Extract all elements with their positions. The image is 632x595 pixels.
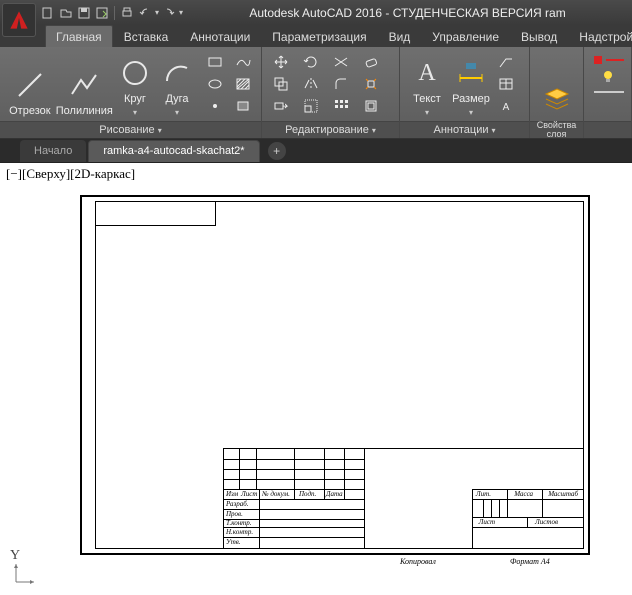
line-icon [13,68,47,102]
modify-tools [267,52,385,116]
app-menu-button[interactable] [2,3,36,37]
svg-text:A: A [503,102,510,113]
lightbulb-icon[interactable] [589,69,629,83]
panel-layers-title[interactable]: Свойства слоя [530,121,583,138]
footer-copy: Копировал [400,557,436,566]
ribbon-tab-strip: Главная Вставка Аннотации Параметризация… [0,25,632,47]
ucs-icon: Y [12,562,36,591]
drawing-canvas[interactable]: Изм Лист № докум. Подп. Дата Разраб. Про… [0,185,632,592]
top-corner-box [96,202,216,226]
text-button[interactable]: A Текст ▾ [405,51,449,117]
explode-icon[interactable] [357,74,385,94]
stretch-icon[interactable] [267,96,295,116]
panel-partial-title [584,121,631,138]
dimension-icon [454,56,488,90]
chevron-down-icon: ▾ [133,108,137,117]
chevron-down-icon: ▾ [175,108,179,117]
panel-layers: Свойства слоя [530,47,584,138]
svg-text:A: A [418,60,436,86]
table-icon[interactable] [493,74,519,94]
tab-addins[interactable]: Надстройки [568,25,632,47]
panel-annotation: A Текст ▾ Размер ▾ A Аннотации▾ [400,47,530,138]
undo-icon[interactable] [137,5,153,21]
title-block: Изм Лист № докум. Подп. Дата Разраб. Про… [223,448,583,548]
draw-small-tools [202,52,256,116]
spline-icon[interactable] [230,52,256,72]
hatch-icon[interactable] [230,74,256,94]
line-button[interactable]: Отрезок [5,51,55,117]
dimension-label: Размер [452,93,490,105]
chevron-down-icon: ▾ [469,108,473,117]
layer-properties-button[interactable] [535,51,578,117]
circle-label: Круг [124,93,146,105]
ellipse-icon[interactable] [202,74,228,94]
annotation-small: A [493,52,519,116]
layer-color-icon[interactable] [589,53,629,67]
quick-access-toolbar: ▾ ▾ [40,5,183,21]
footer-format: Формат A4 [510,557,550,566]
polyline-button[interactable]: Полилиния [55,51,114,117]
arc-button[interactable]: Дуга ▾ [156,51,198,117]
circle-button[interactable]: Круг ▾ [114,51,156,117]
fillet-icon[interactable] [327,74,355,94]
panel-partial [584,47,632,138]
arc-icon [160,56,194,90]
sheet-outline: Изм Лист № докум. Подп. Дата Разраб. Про… [80,195,590,555]
new-tab-button[interactable]: + [268,142,286,160]
viewport-controls[interactable]: [−][Сверху][2D-каркас] [0,163,632,185]
polyline-icon [67,68,101,102]
layers-icon [540,83,574,117]
erase-icon[interactable] [357,52,385,72]
tab-insert[interactable]: Вставка [113,25,180,47]
print-icon[interactable] [119,5,135,21]
offset-icon[interactable] [357,96,385,116]
undo-dropdown-icon[interactable]: ▾ [155,8,159,17]
document-tab-bar: Начало ramka-a4-autocad-skachat2* + [0,139,632,163]
leader-icon[interactable] [493,52,519,72]
dimension-button[interactable]: Размер ▾ [449,51,493,117]
mirror-icon[interactable] [297,74,325,94]
tab-annotate[interactable]: Аннотации [179,25,261,47]
drawing-frame: Изм Лист № докум. Подп. Дата Разраб. Про… [95,201,584,549]
trim-icon[interactable] [327,52,355,72]
panel-draw: Отрезок Полилиния Круг ▾ Дуга ▾ [0,47,262,138]
start-tab[interactable]: Начало [20,140,86,162]
copy-icon[interactable] [267,74,295,94]
tab-home[interactable]: Главная [45,25,113,47]
scale-icon[interactable] [297,96,325,116]
tab-parametric[interactable]: Параметризация [261,25,377,47]
panel-modify-title[interactable]: Редактирование▾ [262,121,399,138]
line-label: Отрезок [9,105,50,117]
window-title: Autodesk AutoCAD 2016 - СТУДЕНЧЕСКАЯ ВЕР… [183,6,632,20]
chevron-down-icon: ▾ [425,108,429,117]
tab-manage[interactable]: Управление [421,25,510,47]
polyline-label: Полилиния [56,105,113,117]
tab-view[interactable]: Вид [378,25,422,47]
layer-line-icon[interactable] [589,85,629,99]
arc-label: Дуга [165,93,188,105]
redo-icon[interactable] [161,5,177,21]
panel-modify: Редактирование▾ [262,47,400,138]
array-icon[interactable] [327,96,355,116]
text-label: Текст [413,93,441,105]
open-icon[interactable] [58,5,74,21]
save-icon[interactable] [76,5,92,21]
file-tab[interactable]: ramka-a4-autocad-skachat2* [88,140,259,162]
saveas-icon[interactable] [94,5,110,21]
rectangle-icon[interactable] [202,52,228,72]
rotate-icon[interactable] [297,52,325,72]
point-icon[interactable] [202,96,228,116]
region-icon[interactable] [230,96,256,116]
panel-draw-title[interactable]: Рисование▾ [0,121,261,138]
new-icon[interactable] [40,5,56,21]
panel-annotation-title[interactable]: Аннотации▾ [400,121,529,138]
ribbon: Отрезок Полилиния Круг ▾ Дуга ▾ [0,47,632,139]
move-icon[interactable] [267,52,295,72]
mtext-icon[interactable]: A [493,96,519,116]
title-bar: ▾ ▾ Autodesk AutoCAD 2016 - СТУДЕНЧЕСКАЯ… [0,0,632,25]
circle-icon [118,56,152,90]
tab-output[interactable]: Вывод [510,25,568,47]
text-icon: A [410,56,444,90]
